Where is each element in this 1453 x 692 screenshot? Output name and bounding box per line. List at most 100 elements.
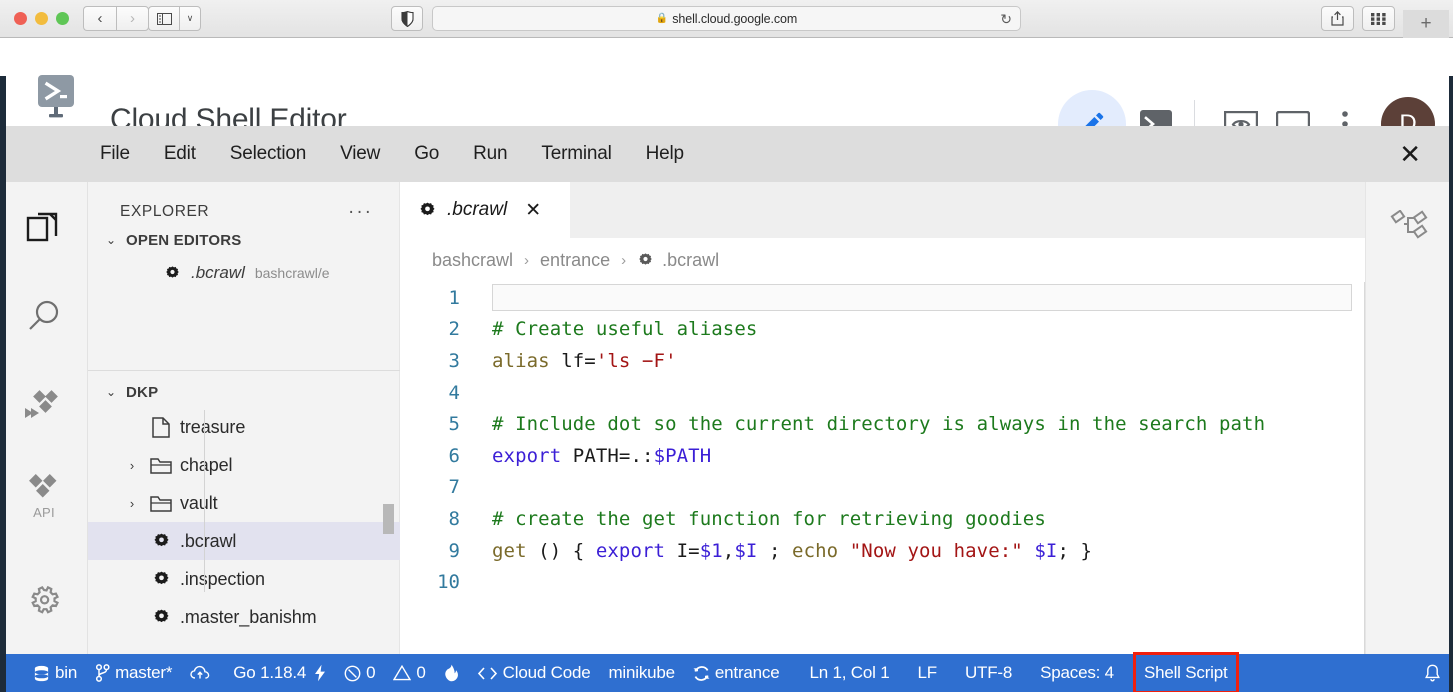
code-line[interactable]: 9 get () { export I=$1,$I ; echo "Now you… (400, 535, 1365, 567)
list-item[interactable]: › vault (88, 484, 400, 522)
breadcrumb-item-bcrawl[interactable]: .bcrawl (662, 250, 719, 271)
privacy-shield-icon[interactable] (391, 6, 423, 31)
sidebar-item-cloud-code[interactable] (0, 362, 88, 452)
back-button[interactable]: ‹ (83, 6, 116, 31)
breadcrumb-item-bashcrawl[interactable]: bashcrawl (432, 250, 513, 271)
sidebar-item-api-label: API (33, 505, 55, 520)
code-token: 'ls −F' (595, 349, 677, 372)
code-line[interactable]: 2 # Create useful aliases (400, 314, 1365, 346)
list-item[interactable]: treasure (88, 408, 400, 446)
gear-file-icon (164, 265, 181, 282)
code-line[interactable]: 3 alias lf='ls −F' (400, 345, 1365, 377)
sidebar-scrollbar[interactable] (383, 504, 394, 534)
status-cloud-code[interactable]: Cloud Code (468, 654, 600, 692)
maximize-window-button[interactable] (56, 12, 69, 25)
status-encoding[interactable]: UTF-8 (956, 654, 1021, 692)
sidebar-item-explorer[interactable] (0, 182, 88, 272)
new-tab-button[interactable]: + (1403, 10, 1449, 38)
sidebar-item-search[interactable] (0, 272, 88, 362)
code-line[interactable]: 10 (400, 566, 1365, 598)
tab-bcrawl[interactable]: .bcrawl ✕ (400, 182, 570, 238)
database-icon (33, 665, 50, 682)
editor-tab-bar: .bcrawl ✕ (400, 182, 1365, 238)
menu-items: File Edit Selection View Go Run Terminal… (100, 126, 718, 182)
menu-file[interactable]: File (100, 143, 130, 165)
file-icon (146, 416, 176, 438)
menu-terminal[interactable]: Terminal (541, 143, 611, 165)
sidebar-item-outline-graph[interactable] (1366, 182, 1453, 272)
code-line[interactable]: 4 (400, 377, 1365, 409)
status-flame[interactable] (435, 654, 468, 692)
reload-icon[interactable]: ↻ (1000, 11, 1012, 28)
status-eol[interactable]: LF (909, 654, 946, 692)
status-sync[interactable] (181, 654, 224, 692)
menu-help[interactable]: Help (646, 143, 684, 165)
code-editor[interactable]: 1 2 # Create useful aliases 3 alias lf='ls −… (400, 282, 1365, 654)
chevron-down-icon[interactable]: ∨ (179, 6, 201, 31)
list-item[interactable]: .inspection (88, 560, 400, 598)
address-bar[interactable]: 🔒 shell.cloud.google.com ↻ (432, 6, 1021, 31)
gear-file-icon (146, 608, 176, 627)
workspace-label: DKP (126, 383, 159, 401)
status-bin[interactable]: bin (24, 654, 86, 692)
menu-run[interactable]: Run (473, 143, 507, 165)
status-encoding-label: UTF-8 (964, 663, 1013, 682)
tab-overview-icon[interactable] (1362, 6, 1395, 31)
chevron-right-icon: › (621, 251, 627, 269)
status-entrance[interactable]: entrance (684, 654, 789, 692)
status-bar: bin master* Go 1.18.4 0 0 Cloud Code min… (0, 652, 1453, 692)
gear-file-icon (146, 570, 176, 589)
code-token: # create the get function for retrieving… (492, 507, 1046, 530)
sidebar-toggle-icon[interactable] (148, 6, 179, 31)
gear-file-icon (418, 201, 437, 220)
list-item-selected[interactable]: .bcrawl (88, 522, 400, 560)
menu-view[interactable]: View (340, 143, 380, 165)
code-line[interactable]: 1 (400, 282, 1365, 314)
share-icon[interactable] (1321, 6, 1354, 31)
bell-icon (1424, 664, 1441, 682)
code-line[interactable]: 7 (400, 472, 1365, 504)
status-language[interactable]: Shell Script (1132, 652, 1239, 692)
explorer-more-actions-icon[interactable]: ··· (348, 202, 373, 222)
status-errors[interactable]: 0 (335, 654, 384, 692)
gear-icon (23, 578, 65, 620)
cloud-upload-icon (190, 665, 210, 681)
breadcrumb-item-entrance[interactable]: entrance (540, 250, 610, 271)
status-eol-label: LF (917, 663, 938, 682)
status-branch[interactable]: master* (86, 654, 181, 692)
status-minikube[interactable]: minikube (599, 654, 683, 692)
sidebar-item-settings[interactable] (0, 554, 88, 644)
code-line[interactable]: 8 # create the get function for retrievin… (400, 503, 1365, 535)
chevron-right-icon[interactable]: › (118, 458, 146, 473)
code-line[interactable]: 5 # Include dot so the current directory … (400, 408, 1365, 440)
status-indent[interactable]: Spaces: 4 (1031, 654, 1123, 692)
forward-button[interactable]: › (116, 6, 149, 31)
close-window-button[interactable] (14, 12, 27, 25)
list-item[interactable]: › chapel (88, 446, 400, 484)
line-number: 4 (448, 381, 460, 404)
line-number: 2 (448, 318, 460, 341)
status-warnings[interactable]: 0 (384, 654, 434, 692)
refresh-icon (693, 665, 710, 682)
list-item[interactable]: .master_banishm (88, 598, 400, 636)
status-go-version[interactable]: Go 1.18.4 (224, 654, 335, 692)
menu-go[interactable]: Go (414, 143, 439, 165)
code-line[interactable]: 6 export PATH=.:$PATH (400, 440, 1365, 472)
workspace-header[interactable]: ⌄ DKP (88, 376, 400, 408)
status-notifications[interactable] (1415, 654, 1453, 692)
code-line-text: # create the get function for retrieving… (472, 508, 1046, 530)
list-item-label: treasure (180, 416, 246, 437)
close-icon[interactable]: ✕ (1399, 141, 1421, 167)
tab-label: .bcrawl (447, 199, 508, 220)
menu-selection[interactable]: Selection (230, 143, 307, 165)
open-editors-header[interactable]: ⌄ OPEN EDITORS (88, 224, 400, 256)
sidebar-item-api[interactable]: API (0, 452, 88, 542)
source-branch-icon (95, 664, 110, 682)
open-editor-item[interactable]: .bcrawl bashcrawl/e (88, 256, 400, 290)
status-cursor[interactable]: Ln 1, Col 1 (800, 654, 898, 692)
menu-edit[interactable]: Edit (164, 143, 196, 165)
close-icon[interactable]: ✕ (525, 199, 541, 222)
chevron-right-icon[interactable]: › (118, 496, 146, 511)
minimize-window-button[interactable] (35, 12, 48, 25)
line-number: 5 (448, 413, 460, 436)
